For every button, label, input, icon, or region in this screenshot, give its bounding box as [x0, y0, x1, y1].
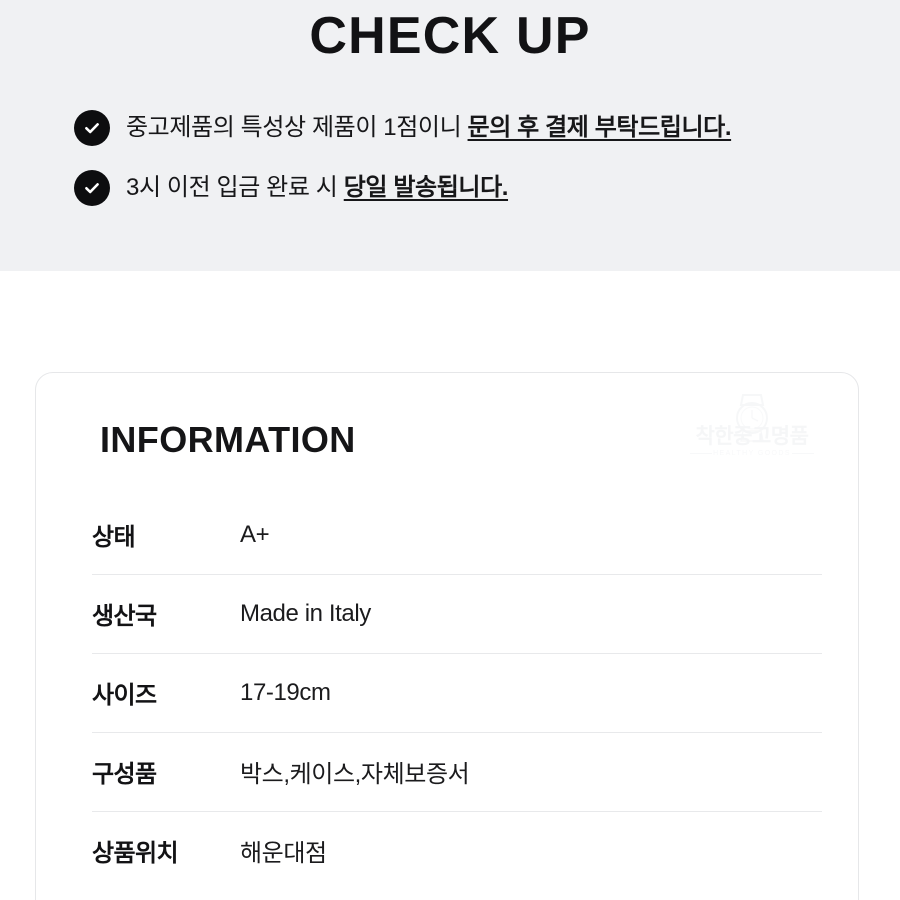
checkup-item-text: 3시 이전 입금 완료 시 당일 발송됩니다. — [126, 171, 508, 205]
table-row-value: 17-19cm — [240, 678, 331, 706]
check-circle-icon — [74, 170, 110, 206]
brand-subtitle: HEALTHY GOODS — [713, 450, 791, 457]
table-row-value: 박스,케이스,자체보증서 — [240, 761, 470, 788]
wristwatch-icon — [736, 394, 768, 442]
checkup-item-text-emphasis: 당일 발송됩니다. — [343, 174, 509, 201]
checkup-item-text: 중고제품의 특성상 제품이 1점이니 문의 후 결제 부탁드립니다. — [126, 111, 732, 145]
table-row-value: 해운대점 — [240, 840, 327, 867]
table-row-value: A+ — [240, 520, 270, 548]
table-row-label: 상태 — [92, 524, 136, 551]
table-row: 상품위치 해운대점 — [36, 811, 860, 890]
checkup-item-text-plain: 3시 이전 입금 완료 시 — [126, 174, 344, 201]
table-row: 사이즈 17-19cm — [36, 653, 860, 732]
information-table: 상태 A+ 생산국 Made in Italy 사이즈 17-19cm 구성품 … — [36, 495, 860, 890]
table-row: 구성품 박스,케이스,자체보증서 — [36, 732, 860, 811]
checkup-item: 중고제품의 특성상 제품이 1점이니 문의 후 결제 부탁드립니다. — [74, 100, 874, 156]
checkup-item-text-plain: 중고제품의 특성상 제품이 1점이니 — [126, 114, 468, 141]
table-row-label: 구성품 — [92, 761, 157, 788]
check-circle-icon — [74, 110, 110, 146]
table-row-label: 생산국 — [92, 603, 157, 630]
table-row-label: 상품위치 — [92, 840, 179, 867]
table-row: 상태 A+ — [36, 495, 860, 574]
information-title: INFORMATION — [100, 419, 356, 460]
table-row-value: Made in Italy — [240, 599, 371, 627]
table-row: 생산국 Made in Italy — [36, 574, 860, 653]
information-card: INFORMATION 착한중고명품 HEALTHY GOODS 상태 A+ 생… — [35, 372, 859, 900]
brand-rule-right — [792, 453, 814, 454]
table-row-label: 사이즈 — [92, 682, 157, 709]
checkup-title: CHECK UP — [309, 7, 591, 65]
brand-watermark: 착한중고명품 HEALTHY GOODS — [688, 385, 816, 477]
brand-rule-left — [690, 453, 712, 454]
checkup-item: 3시 이전 입금 완료 시 당일 발송됩니다. — [74, 160, 874, 216]
checkup-item-text-emphasis: 문의 후 결제 부탁드립니다. — [467, 114, 732, 141]
checkup-list: 중고제품의 특성상 제품이 1점이니 문의 후 결제 부탁드립니다. 3시 이전… — [74, 100, 874, 220]
information-card-header: INFORMATION 착한중고명품 HEALTHY GOODS — [36, 373, 858, 495]
product-detail-page: CHECK UP 중고제품의 특성상 제품이 1점이니 문의 후 결제 부탁드립… — [0, 0, 900, 900]
brand-name: 착한중고명품 — [695, 425, 809, 448]
checkup-section: CHECK UP 중고제품의 특성상 제품이 1점이니 문의 후 결제 부탁드립… — [0, 0, 900, 271]
